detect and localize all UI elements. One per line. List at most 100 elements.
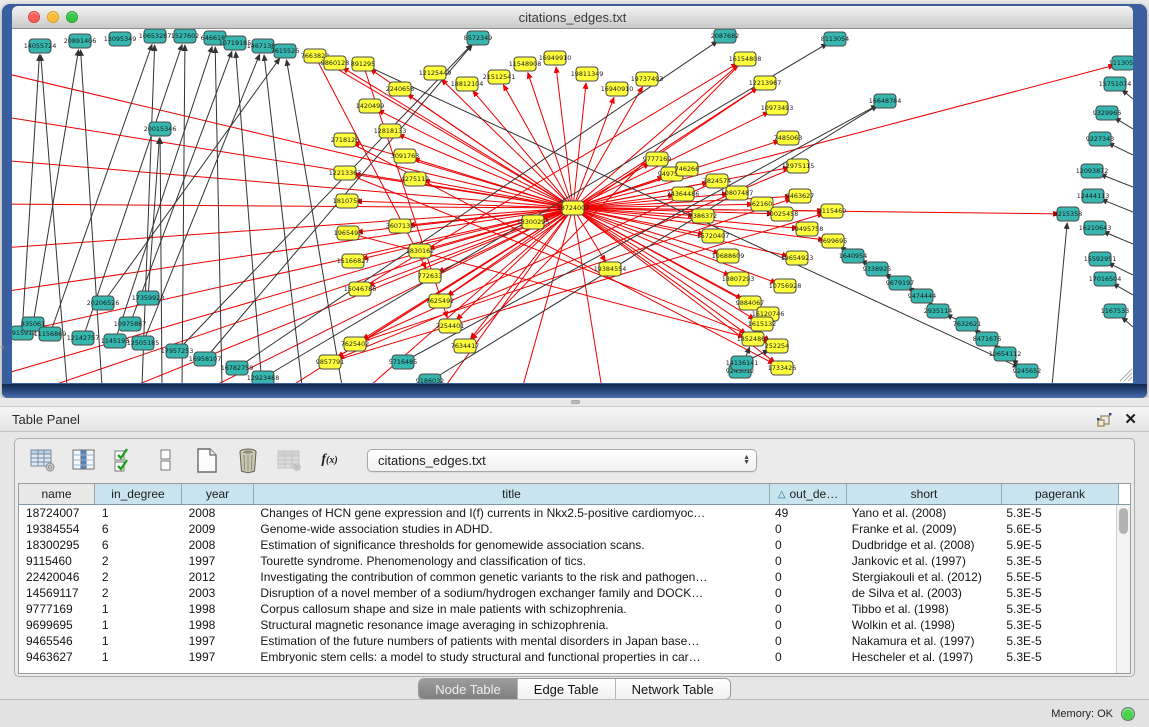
table-select-dropdown[interactable]: citations_edges.txt ▲▼ — [367, 449, 757, 472]
graph-node[interactable]: 9777169 — [643, 152, 671, 166]
table-cell[interactable]: 1997 — [182, 649, 254, 665]
graph-node[interactable]: 1830162 — [406, 244, 434, 258]
graph-node[interactable]: 2087682 — [711, 29, 739, 43]
table-cell[interactable]: 0 — [768, 569, 845, 585]
graph-node[interactable]: 3607131 — [386, 219, 414, 233]
table-row[interactable]: 2242004622012Investigating the contribut… — [19, 569, 1116, 585]
table-cell[interactable]: 49 — [768, 505, 845, 521]
show-columns-button[interactable] — [70, 447, 97, 474]
table-cell[interactable]: 0 — [768, 521, 845, 537]
table-cell[interactable]: 2 — [95, 585, 182, 601]
table-cell[interactable]: 6 — [95, 537, 182, 553]
graph-node[interactable]: 16648784 — [869, 94, 902, 108]
table-cell[interactable]: 6 — [95, 521, 182, 537]
graph-node[interactable]: 891295 — [351, 57, 375, 71]
graph-node[interactable]: 19811349 — [571, 67, 604, 81]
graph-node[interactable]: 9699695 — [819, 234, 847, 248]
table-cell[interactable]: 5.3E-5 — [999, 553, 1116, 569]
graph-node[interactable]: 8113054 — [821, 32, 849, 46]
graph-node[interactable]: 7625402 — [341, 337, 369, 351]
create-column-button[interactable] — [193, 447, 220, 474]
table-row[interactable]: 1938455462009Genome-wide association stu… — [19, 521, 1116, 537]
graph-node[interactable]: 2935114 — [924, 304, 952, 318]
table-row[interactable]: 946362711997Embryonic stem cells: a mode… — [19, 649, 1116, 665]
graph-node[interactable]: 16958107 — [189, 352, 222, 366]
table-cell[interactable]: 0 — [768, 601, 845, 617]
table-cell[interactable]: 2 — [95, 553, 182, 569]
table-mode-button[interactable] — [29, 447, 56, 474]
table-cell[interactable]: Yano et al. (2008) — [845, 505, 1000, 521]
graph-node[interactable]: 20206526 — [87, 296, 120, 310]
graph-node[interactable]: 7634417 — [451, 339, 479, 353]
panel-collapse-arrow-icon[interactable]: ◂ — [0, 343, 4, 351]
graph-node[interactable]: 4275112 — [401, 172, 429, 186]
graph-node[interactable]: 9329966 — [1093, 106, 1121, 120]
table-cell[interactable]: 18724007 — [19, 505, 95, 521]
graph-node[interactable]: 9857791 — [316, 355, 344, 369]
graph-node[interactable]: 15166827 — [337, 254, 370, 268]
table-cell[interactable]: Dudbridge et al. (2008) — [845, 537, 1000, 553]
graph-node[interactable]: 15751074 — [1099, 77, 1132, 91]
graph-node[interactable]: 3824574 — [703, 174, 731, 188]
table-cell[interactable]: 1 — [95, 505, 182, 521]
graph-node[interactable]: 21512541 — [483, 70, 516, 84]
graph-node[interactable]: 16940910 — [601, 82, 634, 96]
table-row[interactable]: 969969511998Structural magnetic resonanc… — [19, 617, 1116, 633]
table-cell[interactable]: 2008 — [182, 537, 254, 553]
graph-node[interactable]: 10653287 — [139, 29, 172, 43]
table-cell[interactable]: 5.3E-5 — [999, 617, 1116, 633]
graph-node[interactable]: 9115460 — [818, 204, 846, 218]
table-row[interactable]: 1830029562008Estimation of significance … — [19, 537, 1116, 553]
table-cell[interactable]: 1998 — [182, 617, 254, 633]
table-cell[interactable]: 2008 — [182, 505, 254, 521]
table-cell[interactable]: 1 — [95, 617, 182, 633]
float-panel-button[interactable] — [1096, 412, 1112, 427]
table-cell[interactable]: 5.3E-5 — [999, 505, 1116, 521]
table-cell[interactable]: Hescheler et al. (1997) — [845, 649, 1000, 665]
tab-edge-table[interactable]: Edge Table — [518, 679, 616, 699]
table-cell[interactable]: Wolkin et al. (1998) — [845, 617, 1000, 633]
table-cell[interactable]: 5.3E-5 — [999, 585, 1116, 601]
table-cell[interactable]: 0 — [768, 649, 845, 665]
graph-node[interactable]: 252254 — [765, 339, 789, 353]
table-cell[interactable]: de Silva et al. (2003) — [845, 585, 1000, 601]
graph-node[interactable]: 12923468 — [247, 371, 280, 383]
table-cell[interactable]: Franke et al. (2009) — [845, 521, 1000, 537]
tab-node-table[interactable]: Node Table — [419, 679, 518, 699]
graph-node[interactable]: 18300295 — [517, 215, 550, 229]
column-header-year[interactable]: year — [182, 484, 254, 504]
table-cell[interactable]: Stergiakouli et al. (2012) — [845, 569, 1000, 585]
table-vertical-scrollbar[interactable] — [1116, 505, 1130, 673]
graph-node[interactable]: 9338925 — [863, 262, 891, 276]
graph-node[interactable]: 19654923 — [781, 251, 814, 265]
graph-node[interactable]: 12505185 — [127, 336, 160, 350]
table-row[interactable]: 946554611997Estimation of the future num… — [19, 633, 1116, 649]
graph-node[interactable]: 12125449 — [419, 66, 452, 80]
tab-network-table[interactable]: Network Table — [616, 679, 730, 699]
table-cell[interactable]: Embryonic stem cells: a model to study s… — [253, 649, 768, 665]
graph-node[interactable]: 9860128 — [321, 56, 349, 70]
table-cell[interactable]: 1 — [95, 601, 182, 617]
table-cell[interactable]: 5.5E-5 — [999, 569, 1116, 585]
table-cell[interactable]: 2012 — [182, 569, 254, 585]
graph-node[interactable]: 9679197 — [886, 276, 914, 290]
graph-node[interactable]: 7625492 — [426, 294, 454, 308]
horizontal-splitter[interactable] — [0, 398, 1149, 406]
row-height-button[interactable] — [152, 447, 179, 474]
graph-node[interactable]: 19737493 — [631, 72, 664, 86]
table-cell[interactable]: 9699695 — [19, 617, 95, 633]
graph-node[interactable]: 8572349 — [464, 31, 492, 45]
table-cell[interactable]: Investigating the contribution of common… — [253, 569, 768, 585]
graph-node[interactable]: 16782759 — [221, 361, 254, 375]
graph-node[interactable]: 1810754 — [333, 194, 361, 208]
graph-node[interactable]: 1527602 — [171, 29, 199, 43]
table-cell[interactable]: 0 — [768, 585, 845, 601]
graph-node[interactable]: 1145193 — [101, 334, 129, 348]
graph-node[interactable]: 18812104 — [451, 77, 484, 91]
graph-node[interactable]: 9463627 — [786, 189, 814, 203]
table-cell[interactable]: 2 — [95, 569, 182, 585]
graph-node[interactable]: 9186032 — [416, 374, 444, 383]
table-cell[interactable]: 2003 — [182, 585, 254, 601]
graph-node[interactable]: 12142757 — [67, 331, 100, 345]
graph-node[interactable]: 13095349 — [104, 32, 137, 46]
